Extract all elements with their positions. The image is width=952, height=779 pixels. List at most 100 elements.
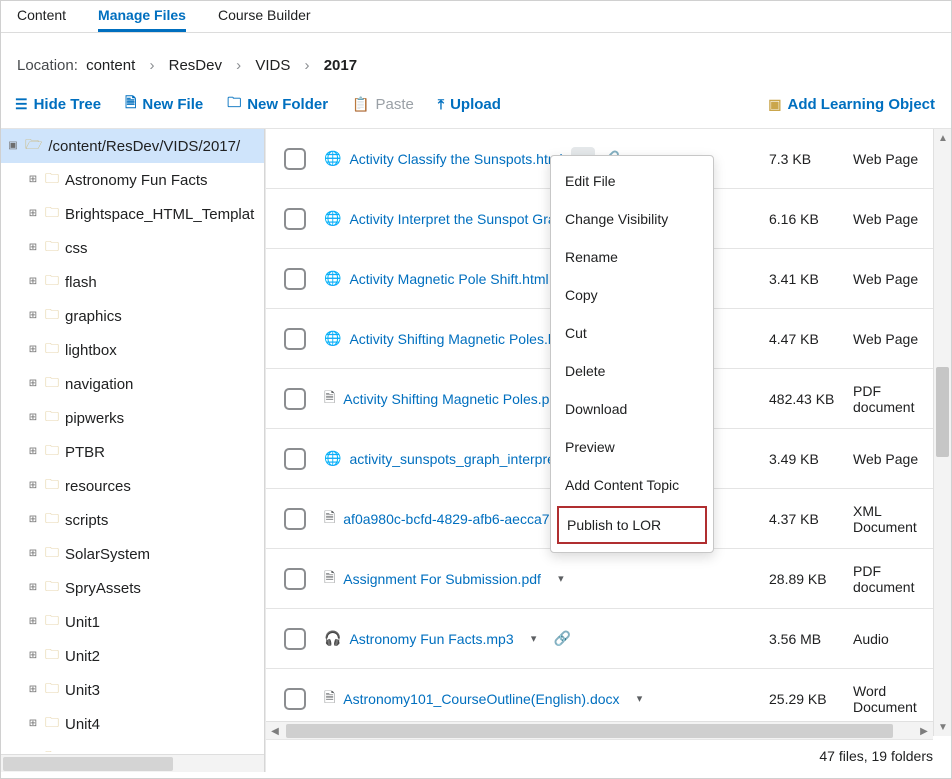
menu-item[interactable]: Delete <box>551 352 713 390</box>
new-file-button[interactable]: 🗎 New File <box>125 92 203 116</box>
scroll-left-icon[interactable]: ◀ <box>266 722 284 740</box>
tree-item[interactable]: ⊞🗀SpryAssets <box>1 571 264 605</box>
tree-item[interactable]: ⊞🗀Unit1 <box>1 605 264 639</box>
file-link[interactable]: activity_sunspots_graph_interpret. <box>349 451 562 467</box>
file-link[interactable]: Activity Shifting Magnetic Poles.ht <box>349 331 559 347</box>
expand-icon[interactable]: ⊞ <box>27 208 39 220</box>
collapse-icon[interactable]: ▣ <box>7 140 19 152</box>
expand-icon[interactable]: ⊞ <box>27 548 39 560</box>
checkbox[interactable] <box>284 568 306 590</box>
tab-content[interactable]: Content <box>17 7 66 32</box>
expand-icon[interactable]: ⊞ <box>27 582 39 594</box>
menu-item[interactable]: Publish to LOR <box>557 506 707 544</box>
checkbox[interactable] <box>284 208 306 230</box>
menu-item[interactable]: Download <box>551 390 713 428</box>
expand-icon[interactable]: ⊞ <box>27 276 39 288</box>
tree-item[interactable]: ⊞🗀flash <box>1 265 264 299</box>
file-link[interactable]: Activity Shifting Magnetic Poles.pd <box>343 391 557 407</box>
tree-item[interactable]: ⊞🗀Unit2 <box>1 639 264 673</box>
file-vertical-scrollbar[interactable]: ▲ ▼ <box>933 129 951 736</box>
checkbox[interactable] <box>284 268 306 290</box>
checkbox[interactable] <box>284 328 306 350</box>
tree-item[interactable]: ⊞🗀Unit5 <box>1 741 264 752</box>
file-link[interactable]: Activity Magnetic Pole Shift.html <box>349 271 548 287</box>
tree-item[interactable]: ⊞🗀resources <box>1 469 264 503</box>
row-actions-dropdown[interactable]: ▾ <box>628 687 652 711</box>
tree-item[interactable]: ⊞🗀PTBR <box>1 435 264 469</box>
expand-icon[interactable]: ⊞ <box>27 446 39 458</box>
expand-icon[interactable]: ⊞ <box>27 344 39 356</box>
tree-item[interactable]: ⊞🗀SolarSystem <box>1 537 264 571</box>
menu-item[interactable]: Copy <box>551 276 713 314</box>
expand-icon[interactable]: ⊞ <box>27 616 39 628</box>
new-file-icon: 🗎 <box>125 92 136 116</box>
scrollbar-thumb[interactable] <box>286 724 893 738</box>
upload-button[interactable]: ⤒ Upload <box>438 96 501 113</box>
menu-item[interactable]: Change Visibility <box>551 200 713 238</box>
scrollbar-thumb[interactable] <box>3 757 173 771</box>
tree-horizontal-scrollbar[interactable] <box>1 754 264 772</box>
menu-item[interactable]: Cut <box>551 314 713 352</box>
file-link[interactable]: Astronomy101_CourseOutline(English).docx <box>343 691 619 707</box>
checkbox[interactable] <box>284 448 306 470</box>
expand-icon[interactable]: ⊞ <box>27 684 39 696</box>
expand-icon[interactable]: ⊞ <box>27 174 39 186</box>
checkbox[interactable] <box>284 148 306 170</box>
file-link[interactable]: af0a980c-bcfd-4829-afb6-aecca78 <box>343 511 557 527</box>
tree-item[interactable]: ⊞🗀graphics <box>1 299 264 333</box>
expand-icon[interactable]: ⊞ <box>27 310 39 322</box>
expand-icon[interactable]: ⊞ <box>27 718 39 730</box>
expand-icon[interactable]: ⊞ <box>27 378 39 390</box>
tree-item-label: resources <box>65 478 131 495</box>
globe-icon: 🌐 <box>324 450 341 467</box>
checkbox[interactable] <box>284 388 306 410</box>
file-horizontal-scrollbar[interactable]: ◀ ▶ <box>266 722 933 740</box>
tree-item[interactable]: ⊞🗀scripts <box>1 503 264 537</box>
folder-icon: 🗀 <box>45 542 59 566</box>
new-folder-button[interactable]: 🗀 New Folder <box>227 92 328 116</box>
menu-item[interactable]: Rename <box>551 238 713 276</box>
scrollbar-thumb[interactable] <box>936 367 949 457</box>
scroll-down-icon[interactable]: ▼ <box>934 718 952 736</box>
tree-item[interactable]: ⊞🗀lightbox <box>1 333 264 367</box>
folder-icon: 🗀 <box>45 372 59 396</box>
tree-item[interactable]: ⊞🗀css <box>1 231 264 265</box>
expand-icon[interactable]: ⊞ <box>27 412 39 424</box>
scroll-right-icon[interactable]: ▶ <box>915 722 933 740</box>
row-actions-dropdown[interactable]: ▾ <box>522 627 546 651</box>
file-link[interactable]: Assignment For Submission.pdf <box>343 571 541 587</box>
add-learning-object-button[interactable]: ▣ Add Learning Object <box>768 96 935 113</box>
breadcrumb-seg[interactable]: ResDev <box>165 57 226 74</box>
menu-item[interactable]: Preview <box>551 428 713 466</box>
expand-icon[interactable]: ⊞ <box>27 650 39 662</box>
tree-item[interactable]: ⊞🗀Unit4 <box>1 707 264 741</box>
expand-icon[interactable]: ⊞ <box>27 242 39 254</box>
checkbox[interactable] <box>284 628 306 650</box>
tree-item[interactable]: ⊞🗀navigation <box>1 367 264 401</box>
expand-icon[interactable]: ⊞ <box>27 480 39 492</box>
folder-tree: ▣🗁/content/ResDev/VIDS/2017/⊞🗀Astronomy … <box>1 129 265 772</box>
tree-root[interactable]: ▣🗁/content/ResDev/VIDS/2017/ <box>1 129 264 163</box>
row-actions-dropdown[interactable]: ▾ <box>549 567 573 591</box>
menu-item[interactable]: Add Content Topic <box>551 466 713 504</box>
checkbox[interactable] <box>284 688 306 710</box>
breadcrumb-seg[interactable]: content <box>82 57 139 74</box>
tree-item[interactable]: ⊞🗀pipwerks <box>1 401 264 435</box>
tab-manage-files[interactable]: Manage Files <box>98 7 186 32</box>
menu-item[interactable]: Edit File <box>551 162 713 200</box>
file-link[interactable]: Activity Interpret the Sunspot Grap <box>349 211 563 227</box>
tree-item[interactable]: ⊞🗀Unit3 <box>1 673 264 707</box>
tree-item[interactable]: ⊞🗀Astronomy Fun Facts <box>1 163 264 197</box>
file-link[interactable]: Astronomy Fun Facts.mp3 <box>349 631 513 647</box>
folder-icon: 🗀 <box>45 508 59 532</box>
hide-tree-button[interactable]: ☰ Hide Tree <box>15 96 101 113</box>
checkbox[interactable] <box>284 508 306 530</box>
file-link[interactable]: Activity Classify the Sunspots.html <box>349 151 562 167</box>
scroll-up-icon[interactable]: ▲ <box>934 129 952 147</box>
tree-item[interactable]: ⊞🗀Brightspace_HTML_Templat <box>1 197 264 231</box>
expand-icon[interactable]: ⊞ <box>27 514 39 526</box>
tree-item-label: flash <box>65 274 97 291</box>
tab-course-builder[interactable]: Course Builder <box>218 7 311 32</box>
doc-icon: 🗎 <box>324 387 335 411</box>
breadcrumb-seg[interactable]: VIDS <box>251 57 294 74</box>
